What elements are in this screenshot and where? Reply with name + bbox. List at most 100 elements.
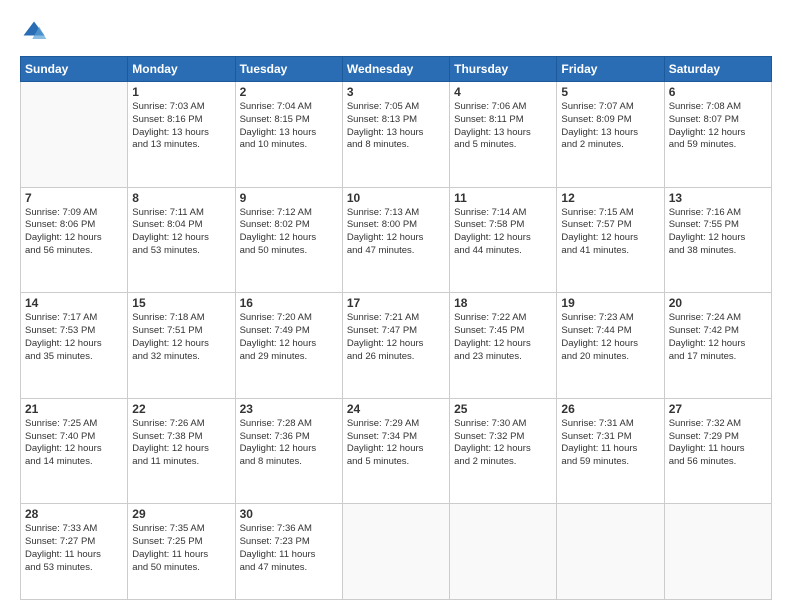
day-info: Sunrise: 7:15 AM Sunset: 7:57 PM Dayligh… [561,207,659,258]
day-number: 22 [132,402,230,416]
day-info: Sunrise: 7:24 AM Sunset: 7:42 PM Dayligh… [669,312,767,363]
calendar-cell: 28 Sunrise: 7:33 AM Sunset: 7:27 PM Dayli… [21,504,128,600]
calendar-cell: 6 Sunrise: 7:08 AM Sunset: 8:07 PM Daylig… [664,82,771,188]
day-number: 7 [25,191,123,205]
calendar-row-3: 21Sunrise: 7:25 AM Sunset: 7:40 PM Dayli… [21,398,772,504]
day-info: Sunrise: 7:04 AM Sunset: 8:15 PM Dayligh… [240,101,338,152]
calendar-cell [21,82,128,188]
day-number: 6 [669,85,767,99]
calendar-header-thursday: Thursday [450,57,557,82]
calendar-cell: 5 Sunrise: 7:07 AM Sunset: 8:09 PM Daylig… [557,82,664,188]
day-info: Sunrise: 7:16 AM Sunset: 7:55 PM Dayligh… [669,207,767,258]
calendar-header-monday: Monday [128,57,235,82]
day-info: Sunrise: 7:22 AM Sunset: 7:45 PM Dayligh… [454,312,552,363]
calendar-row-4: 28 Sunrise: 7:33 AM Sunset: 7:27 PM Dayli… [21,504,772,600]
day-info: Sunrise: 7:08 AM Sunset: 8:07 PM Dayligh… [669,101,767,152]
calendar-cell: 26Sunrise: 7:31 AM Sunset: 7:31 PM Dayli… [557,398,664,504]
day-info: Sunrise: 7:14 AM Sunset: 7:58 PM Dayligh… [454,207,552,258]
day-info: Sunrise: 7:35 AM Sunset: 7:25 PM Dayligh… [132,523,230,574]
calendar-cell: 21Sunrise: 7:25 AM Sunset: 7:40 PM Dayli… [21,398,128,504]
calendar-cell: 22 Sunrise: 7:26 AM Sunset: 7:38 PM Dayli… [128,398,235,504]
day-number: 1 [132,85,230,99]
day-number: 2 [240,85,338,99]
day-number: 24 [347,402,445,416]
day-info: Sunrise: 7:21 AM Sunset: 7:47 PM Dayligh… [347,312,445,363]
calendar-cell: 19Sunrise: 7:23 AM Sunset: 7:44 PM Dayli… [557,293,664,399]
day-number: 17 [347,296,445,310]
day-info: Sunrise: 7:18 AM Sunset: 7:51 PM Dayligh… [132,312,230,363]
day-number: 12 [561,191,659,205]
calendar-cell: 29 Sunrise: 7:35 AM Sunset: 7:25 PM Dayli… [128,504,235,600]
day-info: Sunrise: 7:36 AM Sunset: 7:23 PM Dayligh… [240,523,338,574]
day-number: 27 [669,402,767,416]
day-info: Sunrise: 7:31 AM Sunset: 7:31 PM Dayligh… [561,418,659,469]
day-info: Sunrise: 7:32 AM Sunset: 7:29 PM Dayligh… [669,418,767,469]
calendar-cell: 24 Sunrise: 7:29 AM Sunset: 7:34 PM Dayli… [342,398,449,504]
calendar-cell: 17 Sunrise: 7:21 AM Sunset: 7:47 PM Dayli… [342,293,449,399]
day-info: Sunrise: 7:20 AM Sunset: 7:49 PM Dayligh… [240,312,338,363]
calendar-cell [557,504,664,600]
day-info: Sunrise: 7:12 AM Sunset: 8:02 PM Dayligh… [240,207,338,258]
calendar-cell: 12 Sunrise: 7:15 AM Sunset: 7:57 PM Dayli… [557,187,664,293]
logo-icon [20,18,48,46]
day-number: 28 [25,507,123,521]
calendar-cell: 25 Sunrise: 7:30 AM Sunset: 7:32 PM Dayli… [450,398,557,504]
calendar-cell: 8 Sunrise: 7:11 AM Sunset: 8:04 PM Daylig… [128,187,235,293]
calendar-cell: 16 Sunrise: 7:20 AM Sunset: 7:49 PM Dayli… [235,293,342,399]
logo [20,18,52,46]
day-info: Sunrise: 7:17 AM Sunset: 7:53 PM Dayligh… [25,312,123,363]
calendar-cell: 30Sunrise: 7:36 AM Sunset: 7:23 PM Dayli… [235,504,342,600]
day-number: 10 [347,191,445,205]
day-info: Sunrise: 7:30 AM Sunset: 7:32 PM Dayligh… [454,418,552,469]
calendar-cell: 13 Sunrise: 7:16 AM Sunset: 7:55 PM Dayli… [664,187,771,293]
calendar-cell: 15Sunrise: 7:18 AM Sunset: 7:51 PM Dayli… [128,293,235,399]
day-info: Sunrise: 7:03 AM Sunset: 8:16 PM Dayligh… [132,101,230,152]
page: SundayMondayTuesdayWednesdayThursdayFrid… [0,0,792,612]
day-number: 18 [454,296,552,310]
day-number: 3 [347,85,445,99]
day-number: 11 [454,191,552,205]
day-number: 14 [25,296,123,310]
calendar-cell: 23 Sunrise: 7:28 AM Sunset: 7:36 PM Dayli… [235,398,342,504]
calendar-header-sunday: Sunday [21,57,128,82]
day-number: 13 [669,191,767,205]
day-info: Sunrise: 7:29 AM Sunset: 7:34 PM Dayligh… [347,418,445,469]
calendar-cell: 2 Sunrise: 7:04 AM Sunset: 8:15 PM Daylig… [235,82,342,188]
calendar-header-wednesday: Wednesday [342,57,449,82]
header [20,18,772,46]
day-number: 9 [240,191,338,205]
day-info: Sunrise: 7:09 AM Sunset: 8:06 PM Dayligh… [25,207,123,258]
day-number: 8 [132,191,230,205]
calendar-header-saturday: Saturday [664,57,771,82]
day-info: Sunrise: 7:33 AM Sunset: 7:27 PM Dayligh… [25,523,123,574]
calendar-cell [342,504,449,600]
day-info: Sunrise: 7:11 AM Sunset: 8:04 PM Dayligh… [132,207,230,258]
calendar-table: SundayMondayTuesdayWednesdayThursdayFrid… [20,56,772,600]
day-info: Sunrise: 7:13 AM Sunset: 8:00 PM Dayligh… [347,207,445,258]
day-number: 25 [454,402,552,416]
calendar-cell: 14 Sunrise: 7:17 AM Sunset: 7:53 PM Dayli… [21,293,128,399]
day-info: Sunrise: 7:26 AM Sunset: 7:38 PM Dayligh… [132,418,230,469]
calendar-cell: 9 Sunrise: 7:12 AM Sunset: 8:02 PM Daylig… [235,187,342,293]
day-number: 16 [240,296,338,310]
day-info: Sunrise: 7:05 AM Sunset: 8:13 PM Dayligh… [347,101,445,152]
day-number: 23 [240,402,338,416]
day-number: 29 [132,507,230,521]
day-info: Sunrise: 7:28 AM Sunset: 7:36 PM Dayligh… [240,418,338,469]
calendar-cell: 1 Sunrise: 7:03 AM Sunset: 8:16 PM Daylig… [128,82,235,188]
calendar-cell: 11 Sunrise: 7:14 AM Sunset: 7:58 PM Dayli… [450,187,557,293]
calendar-cell: 7 Sunrise: 7:09 AM Sunset: 8:06 PM Daylig… [21,187,128,293]
day-number: 19 [561,296,659,310]
calendar-header-tuesday: Tuesday [235,57,342,82]
calendar-cell: 27 Sunrise: 7:32 AM Sunset: 7:29 PM Dayli… [664,398,771,504]
calendar-cell [450,504,557,600]
calendar-cell: 20 Sunrise: 7:24 AM Sunset: 7:42 PM Dayli… [664,293,771,399]
day-info: Sunrise: 7:25 AM Sunset: 7:40 PM Dayligh… [25,418,123,469]
calendar-header-row: SundayMondayTuesdayWednesdayThursdayFrid… [21,57,772,82]
day-info: Sunrise: 7:07 AM Sunset: 8:09 PM Dayligh… [561,101,659,152]
day-number: 5 [561,85,659,99]
calendar-row-0: 1 Sunrise: 7:03 AM Sunset: 8:16 PM Daylig… [21,82,772,188]
calendar-header-friday: Friday [557,57,664,82]
calendar-cell: 18 Sunrise: 7:22 AM Sunset: 7:45 PM Dayli… [450,293,557,399]
day-number: 20 [669,296,767,310]
